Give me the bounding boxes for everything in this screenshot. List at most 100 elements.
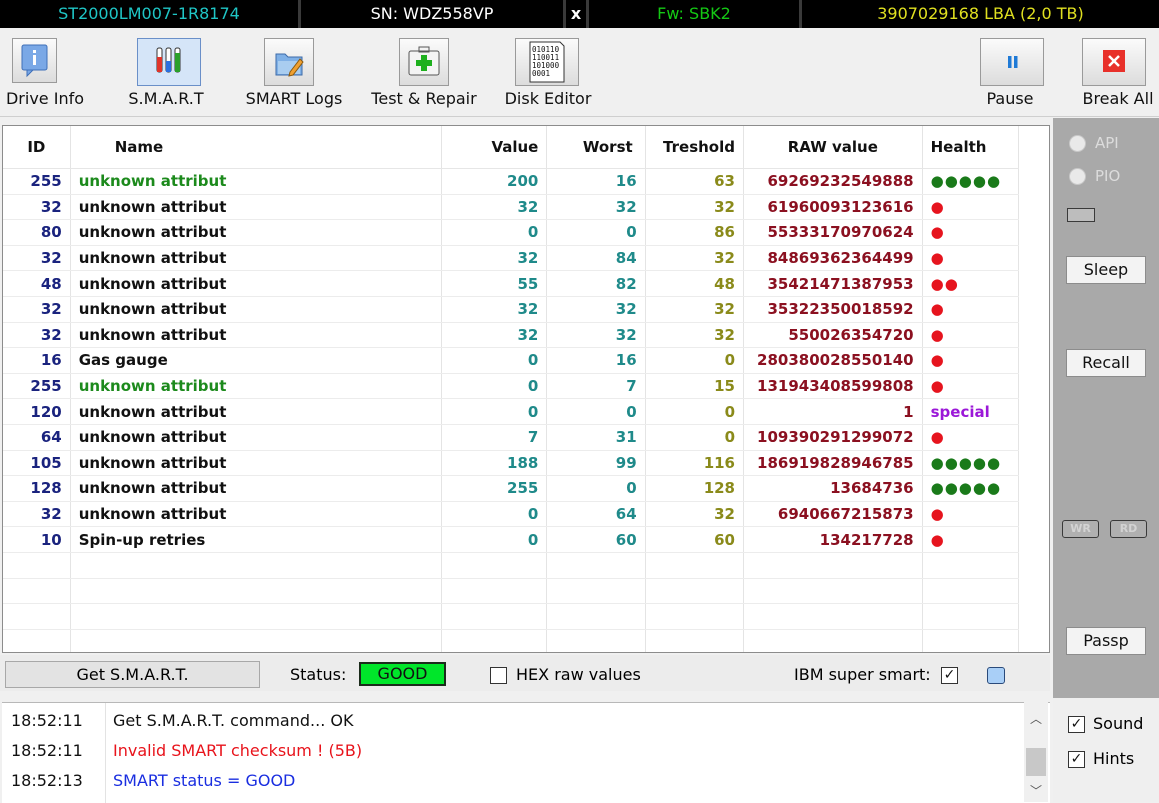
attr-raw-value: 84869362364499	[743, 245, 923, 272]
attr-threshold: 0	[645, 347, 745, 374]
binary-line: 0001	[532, 69, 550, 78]
attr-threshold: 128	[645, 475, 745, 502]
sleep-button[interactable]: Sleep	[1066, 256, 1146, 284]
hex-raw-label: HEX raw values	[516, 665, 641, 684]
column-header-id[interactable]: ID	[3, 126, 71, 169]
attr-name: unknown attribut	[70, 398, 442, 425]
smart-attributes-table[interactable]: ID Name Value Worst Treshold RAW value H…	[2, 125, 1050, 653]
close-drive-button[interactable]: x	[566, 2, 586, 25]
attr-worst: 60	[546, 526, 646, 553]
attr-health: ●	[922, 194, 1020, 221]
log-panel[interactable]: 18:52:11 Get S.M.A.R.T. command... OK 18…	[2, 702, 1050, 803]
get-smart-button[interactable]: Get S.M.A.R.T.	[5, 661, 260, 688]
attr-worst: 82	[546, 270, 646, 297]
column-header-worst[interactable]: Worst	[546, 126, 646, 169]
column-header-threshold[interactable]: Treshold	[645, 126, 745, 169]
close-icon	[1082, 38, 1146, 86]
attr-threshold: 86	[645, 219, 745, 246]
smart-logs-button[interactable]: SMART Logs	[240, 28, 348, 116]
attr-id: 255	[3, 373, 71, 400]
test-repair-button[interactable]: Test & Repair	[365, 28, 483, 116]
empty-cell	[645, 629, 745, 652]
attr-threshold: 32	[645, 296, 745, 323]
attr-value: 32	[441, 322, 548, 349]
table-row[interactable]: 255 unknown attribut 0 7 15 131943408599808 ●	[3, 373, 1020, 400]
log-scrollbar[interactable]: ︿ ﹀	[1024, 702, 1048, 802]
attr-raw-value: 131943408599808	[743, 373, 923, 400]
attr-value: 0	[441, 347, 548, 374]
table-row[interactable]: 128 unknown attribut 255 0 128 13684736 ●●●●●	[3, 475, 1020, 502]
column-header-raw-value[interactable]: RAW value	[743, 126, 923, 169]
column-header-health[interactable]: Health	[922, 126, 1020, 169]
attr-threshold: 63	[645, 168, 745, 195]
attr-threshold: 60	[645, 526, 745, 553]
break-all-button[interactable]: Break All	[1077, 28, 1159, 116]
pio-radio[interactable]: PIO	[1069, 165, 1159, 189]
scroll-down-icon[interactable]: ﹀	[1024, 782, 1048, 799]
attr-id: 64	[3, 424, 71, 451]
first-aid-kit-icon	[399, 38, 449, 86]
empty-cell	[743, 603, 923, 630]
attr-worst: 32	[546, 194, 646, 221]
attr-worst: 16	[546, 347, 646, 374]
table-row[interactable]: 16 Gas gauge 0 16 0 280380028550140 ●	[3, 347, 1020, 374]
table-row[interactable]: 32 unknown attribut 32 84 32 84869362364499 ●	[3, 245, 1020, 272]
smart-button[interactable]: S.M.A.R.T	[120, 28, 212, 116]
attr-name: unknown attribut	[70, 373, 442, 400]
rd-indicator: RD	[1110, 520, 1147, 538]
test-tubes-icon	[137, 38, 201, 86]
table-row[interactable]: 48 unknown attribut 55 82 48 35421471387953 ●●	[3, 270, 1020, 297]
table-row[interactable]: 120 unknown attribut 0 0 0 1 special	[3, 398, 1020, 425]
attr-health: ●	[922, 373, 1020, 400]
attr-health: ●	[922, 526, 1020, 553]
attr-value: 188	[441, 450, 548, 477]
column-header-value[interactable]: Value	[441, 126, 548, 169]
table-row[interactable]: 32 unknown attribut 32 32 32 35322350018592 ●	[3, 296, 1020, 323]
scroll-up-icon[interactable]: ︿	[1024, 710, 1048, 727]
drive-info-button[interactable]: Drive Info	[0, 28, 90, 116]
table-row[interactable]: 32 unknown attribut 32 32 32 550026354720 ●	[3, 322, 1020, 349]
column-header-name[interactable]: Name	[70, 126, 442, 169]
table-row[interactable]: 255 unknown attribut 200 16 63 69269232549888…	[3, 168, 1020, 195]
disk-editor-label: Disk Editor	[504, 89, 592, 108]
empty-cell	[922, 603, 1020, 630]
smart-label: S.M.A.R.T	[128, 89, 204, 108]
hex-raw-checkbox[interactable]	[490, 667, 507, 684]
attr-threshold: 0	[645, 424, 745, 451]
scroll-thumb[interactable]	[1026, 748, 1046, 776]
attr-id: 48	[3, 270, 71, 297]
radio-circle	[1069, 168, 1086, 185]
recall-button[interactable]: Recall	[1066, 349, 1146, 377]
table-row[interactable]: 105 unknown attribut 188 99 116 1869198289467…	[3, 450, 1020, 477]
table-row[interactable]: 10 Spin-up retries 0 60 60 134217728 ●	[3, 526, 1020, 553]
attr-value: 0	[441, 398, 548, 425]
api-radio[interactable]: API	[1069, 132, 1159, 156]
table-row[interactable]: 32 unknown attribut 0 64 32 6940667215873 ●	[3, 501, 1020, 528]
attr-threshold: 116	[645, 450, 745, 477]
attr-value: 32	[441, 296, 548, 323]
table-row[interactable]: 64 unknown attribut 7 31 0 109390291299072 ●	[3, 424, 1020, 451]
attr-name: unknown attribut	[70, 322, 442, 349]
passp-button[interactable]: Passp	[1066, 627, 1146, 655]
pause-button[interactable]: Pause	[976, 28, 1044, 116]
serial-number: SN: WDZ558VP	[370, 4, 494, 23]
attr-worst: 99	[546, 450, 646, 477]
checkmark-icon: ✓	[1070, 716, 1083, 732]
empty-cell	[3, 603, 71, 630]
hints-checkbox[interactable]: ✓	[1068, 751, 1085, 768]
status-bar: Get S.M.A.R.T. Status: GOOD HEX raw valu…	[0, 655, 1050, 691]
hints-label: Hints	[1093, 749, 1135, 768]
color-indicator[interactable]	[987, 667, 1005, 684]
log-time: 18:52:13	[11, 771, 83, 790]
attr-raw-value: 134217728	[743, 526, 923, 553]
attr-name: unknown attribut	[70, 194, 442, 221]
attr-worst: 0	[546, 398, 646, 425]
disk-editor-button[interactable]: 010110 110011 101000 0001 Disk Editor	[502, 28, 594, 116]
sound-checkbox[interactable]: ✓	[1068, 716, 1085, 733]
attr-worst: 32	[546, 322, 646, 349]
table-row[interactable]: 80 unknown attribut 0 0 86 55333170970624 ●	[3, 219, 1020, 246]
table-row[interactable]: 32 unknown attribut 32 32 32 61960093123616 ●	[3, 194, 1020, 221]
ibm-super-smart-checkbox[interactable]: ✓	[941, 667, 958, 684]
empty-cell	[922, 629, 1020, 652]
attr-threshold: 32	[645, 194, 745, 221]
